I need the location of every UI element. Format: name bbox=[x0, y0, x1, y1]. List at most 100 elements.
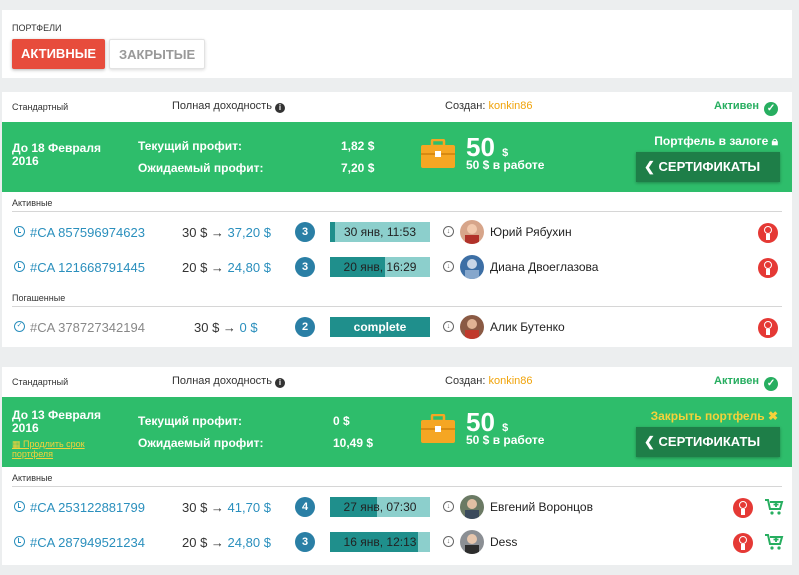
avatar[interactable] bbox=[460, 495, 484, 519]
amount-flow: 30 $ → 0 $ bbox=[194, 320, 258, 335]
status-badge: Активен ✓ bbox=[714, 375, 779, 391]
check-icon: ✓ bbox=[764, 377, 779, 391]
clock-icon bbox=[14, 261, 25, 272]
clock-icon bbox=[14, 536, 25, 547]
ca-link[interactable]: #CA 857596974623 bbox=[30, 225, 145, 240]
created-by: Создан: konkin86 bbox=[445, 375, 533, 387]
portfolio-summary: До 13 Февраля 2016 ▦ Продлить срок портф… bbox=[2, 397, 792, 467]
portfolio-card: Стандартный Полная доходность i Создан: k… bbox=[2, 92, 792, 347]
portfolios-panel: ПОРТФЕЛИ АКТИВНЫЕ ЗАКРЫТЫЕ bbox=[2, 10, 792, 78]
time-progress: 30 янв, 11:53 bbox=[330, 222, 430, 242]
portfolio-header: Стандартный Полная доходность i Создан: k… bbox=[2, 367, 792, 396]
info-icon[interactable]: i bbox=[274, 103, 285, 113]
in-work: 50 $ в работе bbox=[466, 158, 545, 172]
portfolio-until: До 13 Февраля 2016 bbox=[12, 408, 101, 435]
download-icon[interactable]: ↓ bbox=[443, 226, 454, 237]
portfolio-until: До 18 Февраля 2016 bbox=[12, 141, 101, 168]
count-badge: 3 bbox=[295, 532, 315, 552]
pledge-status: Портфель в залоге 🔒︎ bbox=[654, 134, 778, 148]
divider bbox=[12, 306, 782, 307]
count-badge: 3 bbox=[295, 222, 315, 242]
created-by: Создан: konkin86 bbox=[445, 100, 533, 112]
calendar-icon: ▦ bbox=[12, 439, 21, 449]
lock-icon: 🔒︎ bbox=[771, 134, 778, 148]
avatar[interactable] bbox=[460, 255, 484, 279]
avatar[interactable] bbox=[460, 530, 484, 554]
avatar[interactable] bbox=[460, 220, 484, 244]
cart-add-icon[interactable] bbox=[764, 497, 784, 517]
divider bbox=[12, 211, 782, 212]
certificates-button[interactable]: ❮ СЕРТИФИКАТЫ bbox=[636, 152, 780, 182]
current-profit-value: 1,82 $ bbox=[341, 139, 375, 153]
award-icon[interactable] bbox=[758, 223, 778, 243]
ca-link[interactable]: #CA 287949521234 bbox=[30, 535, 145, 550]
briefcase-icon bbox=[421, 139, 455, 168]
time-progress: complete bbox=[330, 317, 430, 337]
count-badge: 2 bbox=[295, 317, 315, 337]
expected-profit-value: 10,49 $ bbox=[333, 436, 374, 450]
tab-active[interactable]: АКТИВНЫЕ bbox=[12, 39, 106, 69]
briefcase-icon bbox=[421, 414, 455, 443]
award-icon[interactable] bbox=[758, 318, 778, 338]
table-row: #CA 121668791445 20 $ → 24,80 $ 3 20 янв… bbox=[2, 252, 792, 282]
award-icon[interactable] bbox=[733, 498, 753, 518]
portfolio-type: Стандартный bbox=[12, 377, 69, 387]
section-active-label: Активные bbox=[12, 198, 53, 208]
clock-icon bbox=[14, 501, 25, 512]
table-row: #CA 253122881799 30 $ → 41,70 $ 4 27 янв… bbox=[2, 492, 792, 522]
current-profit-label: Текущий профит: bbox=[138, 414, 242, 428]
avatar[interactable] bbox=[460, 315, 484, 339]
download-icon[interactable]: ↓ bbox=[443, 261, 454, 272]
info-icon[interactable]: i bbox=[274, 378, 285, 388]
status-badge: Активен ✓ bbox=[714, 100, 779, 116]
expected-profit-value: 7,20 $ bbox=[341, 161, 375, 175]
full-yield[interactable]: Полная доходность i bbox=[172, 100, 285, 113]
download-icon[interactable]: ↓ bbox=[443, 321, 454, 332]
check-icon: ✓ bbox=[764, 102, 779, 116]
in-work: 50 $ в работе bbox=[466, 433, 545, 447]
cart-add-icon[interactable] bbox=[764, 532, 784, 552]
clock-icon bbox=[14, 226, 25, 237]
current-profit-label: Текущий профит: bbox=[138, 139, 242, 153]
portfolio-type: Стандартный bbox=[12, 102, 69, 112]
owner-link[interactable]: konkin86 bbox=[488, 375, 532, 387]
amount-flow: 20 $ → 24,80 $ bbox=[182, 260, 271, 275]
amount-flow: 30 $ → 41,70 $ bbox=[182, 500, 271, 515]
user-name[interactable]: Алик Бутенко bbox=[490, 320, 565, 334]
amount-flow: 20 $ → 24,80 $ bbox=[182, 535, 271, 550]
section-redeemed-label: Погашенные bbox=[12, 293, 66, 303]
time-progress: 16 янв, 12:13 bbox=[330, 532, 430, 552]
current-profit-value: 0 $ bbox=[333, 414, 350, 428]
ca-link[interactable]: #CA 121668791445 bbox=[30, 260, 145, 275]
user-name[interactable]: Евгений Воронцов bbox=[490, 500, 593, 514]
amount-flow: 30 $ → 37,20 $ bbox=[182, 225, 271, 240]
section-active-label: Активные bbox=[12, 473, 53, 483]
expected-profit-label: Ожидаемый профит: bbox=[138, 161, 264, 175]
download-icon[interactable]: ↓ bbox=[443, 536, 454, 547]
download-icon[interactable]: ↓ bbox=[443, 501, 454, 512]
award-icon[interactable] bbox=[733, 533, 753, 553]
certificates-button[interactable]: ❮ СЕРТИФИКАТЫ bbox=[636, 427, 780, 457]
divider bbox=[12, 486, 782, 487]
close-portfolio-link[interactable]: Закрыть портфель ✖ bbox=[651, 409, 778, 423]
tab-closed[interactable]: ЗАКРЫТЫЕ bbox=[109, 39, 206, 69]
extend-term-link[interactable]: ▦ Продлить срок портфеля bbox=[12, 439, 107, 459]
chevron-up-icon: ❮ bbox=[644, 159, 655, 174]
table-row: #CA 857596974623 30 $ → 37,20 $ 3 30 янв… bbox=[2, 217, 792, 247]
owner-link[interactable]: konkin86 bbox=[488, 100, 532, 112]
ca-link[interactable]: #CA 378727342194 bbox=[30, 320, 145, 335]
user-name[interactable]: Диана Двоеглазова bbox=[490, 260, 598, 274]
time-progress: 27 янв, 07:30 bbox=[330, 497, 430, 517]
user-name[interactable]: Юрий Рябухин bbox=[490, 225, 572, 239]
full-yield[interactable]: Полная доходность i bbox=[172, 375, 285, 388]
time-progress: 20 янв, 16:29 bbox=[330, 257, 430, 277]
count-badge: 4 bbox=[295, 497, 315, 517]
portfolio-summary: До 18 Февраля 2016 Текущий профит: 1,82 … bbox=[2, 122, 792, 192]
expected-profit-label: Ожидаемый профит: bbox=[138, 436, 264, 450]
check-circle-icon: ✓ bbox=[14, 321, 25, 332]
award-icon[interactable] bbox=[758, 258, 778, 278]
table-row: #CA 287949521234 20 $ → 24,80 $ 3 16 янв… bbox=[2, 527, 792, 557]
chevron-up-icon: ❮ bbox=[644, 434, 655, 449]
ca-link[interactable]: #CA 253122881799 bbox=[30, 500, 145, 515]
user-name[interactable]: Dess bbox=[490, 535, 517, 549]
